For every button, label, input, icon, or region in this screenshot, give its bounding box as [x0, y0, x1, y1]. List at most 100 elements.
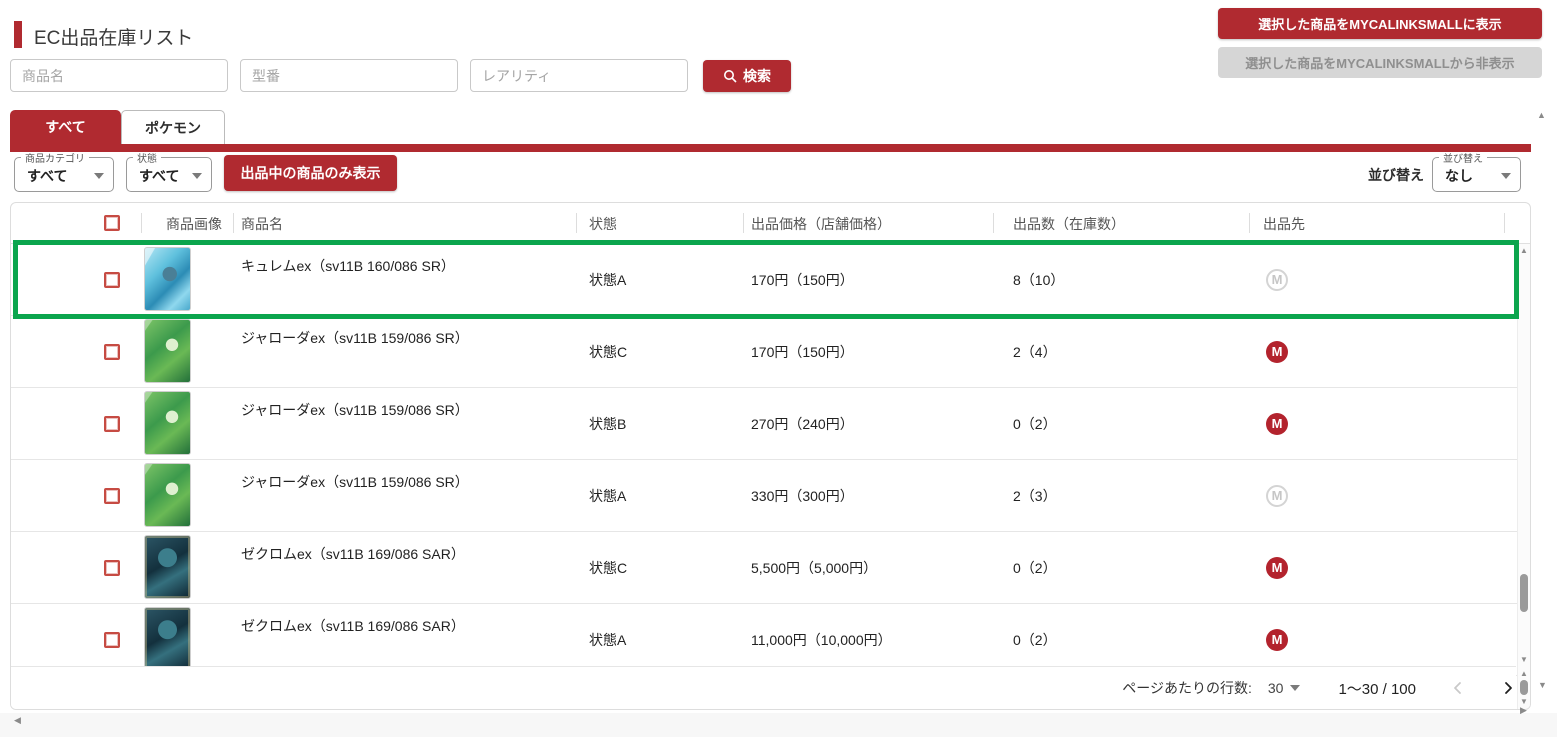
sort-select-value: なし	[1445, 166, 1473, 186]
search-button[interactable]: 検索	[703, 60, 791, 92]
product-quantity: 0（2）	[1013, 414, 1057, 434]
product-condition: 状態C	[589, 558, 627, 578]
scrollbar-down-arrow-icon[interactable]: ▼	[1518, 655, 1530, 665]
model-number-input[interactable]	[240, 59, 458, 92]
chevron-down-icon	[192, 173, 202, 179]
table-row: キュレムex（sv11B 160/086 SR） 状態A 170円（150円） …	[11, 244, 1530, 316]
rows-per-page-label: ページあたりの行数:	[1122, 678, 1252, 698]
row-checkbox[interactable]	[104, 560, 120, 576]
horizontal-scrollbar-right-arrow-icon[interactable]: ▶	[1520, 705, 1527, 716]
chevron-down-icon	[94, 173, 104, 179]
scrollbar-up-arrow-icon[interactable]: ▲	[1518, 669, 1530, 679]
scrollbar-thumb[interactable]	[1520, 680, 1528, 695]
scrollbar-up-arrow-icon[interactable]: ▲	[1518, 246, 1530, 256]
hide-selected-from-mall-button[interactable]: 選択した商品をMYCALINKSMALLから非表示	[1218, 47, 1542, 78]
category-select-label: 商品カテゴリ	[21, 150, 89, 165]
product-card-image	[144, 535, 191, 599]
inventory-table: 商品画像 商品名 状態 出品価格（店舗価格） 出品数（在庫数） 出品先 キュレム…	[10, 202, 1531, 710]
column-header-name: 商品名	[241, 214, 283, 234]
product-quantity: 2（4）	[1013, 342, 1057, 362]
tab-pokemon[interactable]: ポケモン	[121, 110, 225, 144]
pagination-range: 1〜30 / 100	[1338, 678, 1416, 699]
scrollbar-thumb[interactable]	[1520, 574, 1528, 612]
page-title: EC出品在庫リスト	[34, 23, 193, 50]
mycalinks-mall-icon: M	[1266, 629, 1288, 651]
column-separator	[576, 213, 577, 233]
product-quantity: 0（2）	[1013, 558, 1057, 578]
horizontal-scrollbar-left-arrow-icon[interactable]: ◀	[14, 715, 21, 726]
category-select[interactable]: 商品カテゴリ すべて	[14, 150, 114, 192]
rows-per-page-select[interactable]: 30	[1268, 680, 1301, 696]
product-price: 170円（150円）	[751, 342, 854, 362]
product-name: ジャローダex（sv11B 159/086 SR）	[241, 472, 469, 492]
column-separator	[233, 213, 234, 233]
product-card-image	[144, 463, 191, 527]
tab-all[interactable]: すべて	[10, 110, 121, 144]
search-button-label: 検索	[743, 66, 771, 86]
show-selected-on-mall-button[interactable]: 選択した商品をMYCALINKSMALLに表示	[1218, 8, 1542, 39]
product-quantity: 8（10）	[1013, 270, 1064, 290]
product-price: 170円（150円）	[751, 270, 854, 290]
table-header-row: 商品画像 商品名 状態 出品価格（店舗価格） 出品数（在庫数） 出品先	[11, 203, 1530, 244]
row-checkbox[interactable]	[104, 416, 120, 432]
row-checkbox[interactable]	[104, 488, 120, 504]
product-name: ジャローダex（sv11B 159/086 SR）	[241, 328, 469, 348]
product-condition: 状態B	[589, 414, 626, 434]
column-separator	[1249, 213, 1250, 233]
previous-page-button[interactable]	[1450, 680, 1466, 696]
chevron-left-icon	[1450, 680, 1466, 696]
product-quantity: 2（3）	[1013, 486, 1057, 506]
table-vertical-scrollbar[interactable]: ▲ ▼	[1517, 244, 1530, 667]
condition-select[interactable]: 状態 すべて	[126, 150, 212, 192]
listing-only-button[interactable]: 出品中の商品のみ表示	[224, 155, 397, 191]
product-price: 270円（240円）	[751, 414, 854, 434]
page-scrollbar-down-arrow-icon[interactable]: ▼	[1538, 680, 1547, 690]
rarity-input[interactable]	[470, 59, 688, 92]
condition-select-value: すべて	[139, 166, 179, 186]
product-condition: 状態A	[589, 486, 626, 506]
product-name-input[interactable]	[10, 59, 228, 92]
product-price: 330円（300円）	[751, 486, 854, 506]
select-all-checkbox[interactable]	[104, 215, 120, 231]
column-header-condition: 状態	[589, 214, 617, 234]
title-accent-bar	[14, 21, 22, 48]
product-name: キュレムex（sv11B 160/086 SR）	[241, 256, 455, 276]
row-checkbox[interactable]	[104, 632, 120, 648]
table-body: キュレムex（sv11B 160/086 SR） 状態A 170円（150円） …	[11, 244, 1530, 676]
chevron-right-icon	[1500, 680, 1516, 696]
column-header-price: 出品価格（店舗価格）	[751, 214, 891, 234]
column-header-quantity: 出品数（在庫数）	[1013, 214, 1125, 234]
mycalinks-mall-icon: M	[1266, 269, 1288, 291]
chevron-down-icon	[1501, 173, 1511, 179]
mycalinks-mall-icon: M	[1266, 485, 1288, 507]
sort-text-label: 並び替え	[1368, 165, 1424, 185]
column-header-destination: 出品先	[1263, 214, 1305, 234]
mycalinks-mall-icon: M	[1266, 413, 1288, 435]
column-separator	[141, 213, 142, 233]
pagination-vertical-scrollbar[interactable]: ▲ ▼	[1517, 667, 1530, 709]
table-row: ジャローダex（sv11B 159/086 SR） 状態C 170円（150円）…	[11, 316, 1530, 388]
column-separator	[1504, 213, 1505, 233]
page-scrollbar-up-arrow-icon[interactable]: ▲	[1537, 110, 1546, 120]
tab-bar-accent	[10, 144, 1531, 152]
horizontal-scrollbar-track[interactable]	[0, 713, 1557, 737]
row-checkbox[interactable]	[104, 344, 120, 360]
product-name: ゼクロムex（sv11B 169/086 SAR）	[241, 544, 465, 564]
product-card-image	[144, 319, 191, 383]
search-icon	[723, 69, 737, 83]
sort-select[interactable]: 並び替え なし	[1432, 150, 1521, 192]
row-checkbox[interactable]	[104, 272, 120, 288]
product-name: ゼクロムex（sv11B 169/086 SAR）	[241, 616, 465, 636]
condition-select-label: 状態	[133, 150, 161, 165]
mycalinks-mall-icon: M	[1266, 557, 1288, 579]
chevron-down-icon	[1290, 685, 1300, 691]
next-page-button[interactable]	[1500, 680, 1516, 696]
table-row: ゼクロムex（sv11B 169/086 SAR） 状態C 5,500円（5,0…	[11, 532, 1530, 604]
product-condition: 状態C	[589, 342, 627, 362]
column-header-image: 商品画像	[166, 214, 222, 234]
product-condition: 状態A	[589, 630, 626, 650]
table-row: ジャローダex（sv11B 159/086 SR） 状態A 330円（300円）…	[11, 460, 1530, 532]
product-card-image	[144, 607, 191, 671]
product-condition: 状態A	[589, 270, 626, 290]
product-card-image	[144, 247, 191, 311]
